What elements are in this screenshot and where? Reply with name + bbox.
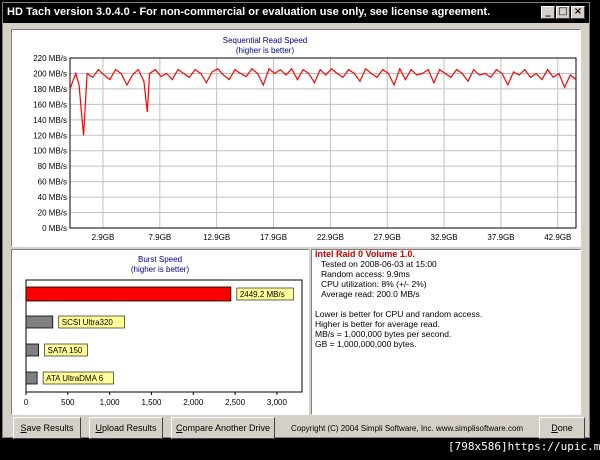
read-chart-frame bbox=[69, 57, 577, 229]
burst-bar-label: SCSI Ultra320 bbox=[62, 318, 114, 327]
minimize-button[interactable]: _ bbox=[541, 6, 555, 19]
burst-chart-subtitle: (higher is better) bbox=[131, 265, 190, 274]
note-higher-better: Higher is better for average read. bbox=[315, 319, 440, 329]
burst-x-tick-label: 500 bbox=[61, 398, 75, 407]
tested-date: Tested on 2008-06-03 at 15:00 bbox=[321, 259, 437, 269]
read-y-tick-label: 0 MB/s bbox=[42, 224, 67, 233]
burst-chart-bars: 2449.2 MB/s SCSI Ultra320 SATA 150 ATA Ultr… bbox=[25, 286, 294, 385]
read-y-tick-label: 140 MB/s bbox=[33, 116, 67, 125]
average-read: Average read: 200.0 MB/s bbox=[321, 289, 420, 299]
drive-name: Intel Raid 0 Volume 1.0. bbox=[315, 249, 415, 259]
read-chart-grid bbox=[70, 57, 576, 229]
maximize-button[interactable]: □ bbox=[556, 6, 570, 19]
read-speed-chart: Sequential Read Speed (higher is better)… bbox=[33, 36, 577, 242]
burst-x-tick-label: 1,000 bbox=[100, 398, 121, 407]
burst-speed-chart: Burst Speed (higher is better) 2449.2 MB… bbox=[24, 255, 303, 407]
results-info: Intel Raid 0 Volume 1.0. Tested on 2008-… bbox=[315, 249, 585, 349]
read-speed-panel: Sequential Read Speed (higher is better)… bbox=[11, 29, 581, 247]
title-bar[interactable]: HD Tach version 3.0.4.0 - For non-commer… bbox=[3, 3, 589, 23]
read-chart-title: Sequential Read Speed bbox=[223, 36, 308, 45]
watermark-text: [798x586]https://upic.me/ bbox=[448, 440, 600, 453]
window-title: HD Tach version 3.0.4.0 - For non-commer… bbox=[7, 6, 491, 18]
upload-results-button[interactable]: Upload Results bbox=[89, 417, 163, 439]
burst-x-tick-label: 1,500 bbox=[141, 398, 162, 407]
copyright-text: Copyright (C) 2004 Simpli Software, Inc.… bbox=[291, 424, 524, 433]
read-y-tick-label: 100 MB/s bbox=[33, 147, 67, 156]
burst-chart-title: Burst Speed bbox=[138, 255, 182, 264]
burst-x-tick-label: 2,000 bbox=[183, 398, 204, 407]
app-window: HD Tach version 3.0.4.0 - For non-commer… bbox=[2, 2, 590, 439]
read-chart-y-axis: 0 MB/s 20 MB/s 40 MB/s 60 MB/s 80 MB/s 100 MB… bbox=[33, 54, 67, 233]
note-lower-better: Lower is better for CPU and random acces… bbox=[315, 309, 483, 319]
read-x-tick-label: 17.9GB bbox=[260, 233, 287, 242]
read-y-tick-label: 20 MB/s bbox=[38, 209, 67, 218]
read-x-tick-label: 27.9GB bbox=[374, 233, 401, 242]
save-results-button[interactable]: Save Results bbox=[13, 417, 81, 439]
random-access: Random access: 9.9ms bbox=[321, 269, 410, 279]
burst-speed-panel: Burst Speed (higher is better) 2449.2 MB… bbox=[11, 249, 309, 415]
note-gb-definition: GB = 1,000,000,000 bytes. bbox=[315, 339, 417, 349]
cpu-utilization: CPU utilization: 8% (+/- 2%) bbox=[321, 279, 427, 289]
read-x-tick-label: 37.9GB bbox=[487, 233, 514, 242]
read-y-tick-label: 80 MB/s bbox=[38, 162, 67, 171]
read-x-tick-label: 32.9GB bbox=[431, 233, 458, 242]
burst-x-tick-label: 0 bbox=[24, 398, 29, 407]
burst-bar bbox=[25, 371, 38, 385]
burst-chart-x-axis: 0 500 1,000 1,500 2,000 2,500 3,000 bbox=[24, 392, 288, 407]
read-speed-series-line bbox=[69, 67, 577, 136]
read-y-tick-label: 40 MB/s bbox=[38, 193, 67, 202]
read-y-tick-label: 60 MB/s bbox=[38, 178, 67, 187]
read-y-tick-label: 160 MB/s bbox=[33, 100, 67, 109]
read-x-tick-label: 12.9GB bbox=[203, 233, 230, 242]
burst-bar bbox=[25, 343, 39, 357]
read-x-tick-label: 2.9GB bbox=[92, 233, 115, 242]
read-x-tick-label: 7.9GB bbox=[148, 233, 171, 242]
burst-bar-label: SATA 150 bbox=[48, 346, 83, 355]
read-y-tick-label: 220 MB/s bbox=[33, 54, 67, 63]
done-button[interactable]: Done bbox=[539, 417, 585, 439]
read-chart-x-axis: 2.9GB 7.9GB 12.9GB 17.9GB 22.9GB 27.9GB 32.9GB… bbox=[92, 233, 572, 242]
burst-bar-label: 2449.2 MB/s bbox=[240, 290, 285, 299]
read-x-tick-label: 22.9GB bbox=[317, 233, 344, 242]
burst-x-tick-label: 2,500 bbox=[225, 398, 246, 407]
read-x-tick-label: 42.9GB bbox=[544, 233, 571, 242]
read-y-tick-label: 120 MB/s bbox=[33, 131, 67, 140]
read-chart-subtitle: (higher is better) bbox=[236, 46, 295, 55]
burst-bar bbox=[25, 286, 232, 302]
burst-x-tick-label: 3,000 bbox=[267, 398, 288, 407]
compare-another-drive-button[interactable]: Compare Another Drive bbox=[171, 417, 275, 439]
close-button[interactable]: × bbox=[571, 6, 585, 19]
read-y-tick-label: 180 MB/s bbox=[33, 85, 67, 94]
burst-bar-label: ATA UltraDMA 6 bbox=[46, 374, 104, 383]
read-y-tick-label: 200 MB/s bbox=[33, 69, 67, 78]
note-mbs-definition: MB/s = 1,000,000 bytes per second. bbox=[315, 329, 452, 339]
burst-bar bbox=[25, 315, 54, 329]
